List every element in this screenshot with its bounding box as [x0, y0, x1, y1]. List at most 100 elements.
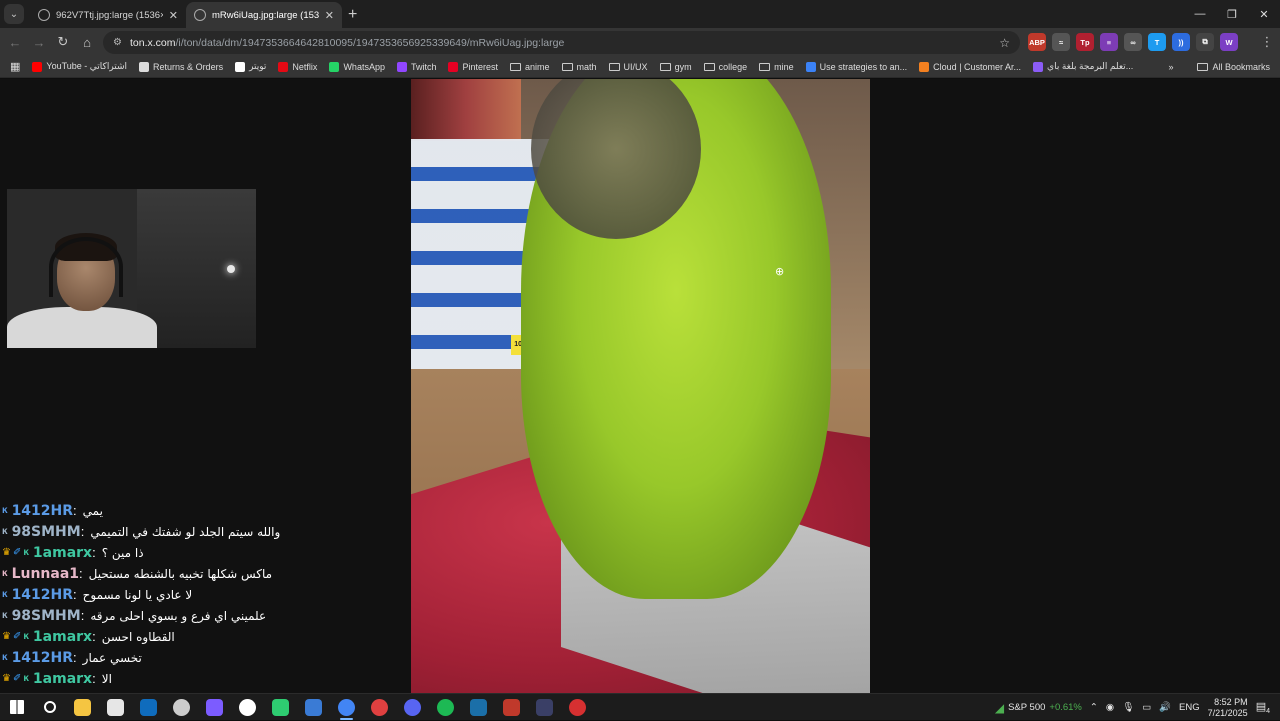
notification-icon[interactable]: ▤4 — [1256, 700, 1270, 715]
puzzle-icon[interactable]: ⧉ — [1196, 33, 1214, 51]
tab-1[interactable]: 962V7Ttj.jpg:large (1536×2048) ✕ — [30, 2, 186, 28]
network-icon[interactable]: ▭ — [1142, 702, 1151, 713]
bookmark-item[interactable]: Twitch — [396, 61, 437, 72]
more-bookmarks-button[interactable]: » — [1168, 62, 1173, 72]
bookmark-item[interactable]: math — [561, 62, 597, 72]
bookmark-item[interactable]: mine — [759, 62, 794, 72]
bookmark-item[interactable]: Cloud | Customer Ar... — [919, 61, 1021, 72]
tab-search-button[interactable]: ⌄ — [4, 4, 24, 24]
site-info-icon[interactable]: ⚙ — [113, 37, 122, 48]
reload-button[interactable]: ↻ — [51, 34, 75, 50]
bookmark-item[interactable]: Pinterest — [448, 61, 498, 72]
bookmark-label: YouTube - اشتراكاتي — [46, 61, 128, 71]
bookmark-item[interactable]: gym — [659, 62, 692, 72]
clock[interactable]: 8:52 PM 7/21/2025 — [1208, 697, 1248, 719]
app-tool-icon — [305, 698, 322, 716]
folder-icon — [608, 62, 620, 71]
bookmark-item[interactable]: college — [703, 62, 747, 72]
chat-username[interactable]: 1amarx — [33, 545, 92, 561]
home-button[interactable]: ⌂ — [75, 35, 99, 50]
minimize-button[interactable]: — — [1184, 0, 1216, 28]
spotify-taskbar-button[interactable] — [429, 694, 462, 721]
chat-badges: ♛ ✐ ĸ — [2, 631, 29, 642]
bookmark-item[interactable]: Netflix — [278, 61, 317, 72]
bookmark-item[interactable]: WhatsApp — [329, 61, 385, 72]
chat-text: تخسي عمار — [82, 650, 142, 665]
kick-badge-icon: ĸ — [2, 652, 8, 663]
parrot-image[interactable]: 10.95 — [411, 79, 870, 693]
chat-username[interactable]: 1412HR — [12, 650, 73, 666]
tab-2[interactable]: mRw6iUag.jpg:large (1536×2048) ✕ — [186, 2, 342, 28]
file-explorer-taskbar-button[interactable] — [66, 694, 99, 721]
obs-taskbar-button[interactable] — [165, 694, 198, 721]
close-tab-icon[interactable]: ✕ — [169, 9, 178, 22]
chat-badges: ĸ — [2, 568, 8, 579]
bookmark-item[interactable]: UI/UX — [608, 62, 648, 72]
menu-icon[interactable]: ⋮ — [1255, 34, 1279, 50]
bookmark-item[interactable]: Returns & Orders — [139, 61, 223, 72]
address-bar[interactable]: ⚙ ton.x.com/i/ton/data/dm/19473536646428… — [103, 31, 1020, 54]
app-green-taskbar-button[interactable] — [264, 694, 297, 721]
chat-username[interactable]: 1amarx — [33, 671, 92, 687]
bookmark-label: Twitch — [410, 61, 437, 72]
chat-overlay: ĸ 1412HR: يمي ĸ 98SMHM: والله سيتم الجلد لو ش… — [0, 500, 400, 689]
app-red2-taskbar-button[interactable] — [495, 694, 528, 721]
profile-icon[interactable]: W — [1220, 33, 1238, 51]
restore-button[interactable]: ❐ — [1216, 0, 1248, 28]
chat-badges: ♛ ✐ ĸ — [2, 673, 29, 684]
chat-username[interactable]: 98SMHM — [12, 524, 81, 540]
steam-taskbar-button[interactable] — [462, 694, 495, 721]
system-tray: ◢ S&P 500 +0.61% ⌃ ◉ 🎙 ▭ 🔊 ENG 8:52 PM 7… — [995, 694, 1280, 721]
back-button[interactable]: ← — [3, 35, 27, 50]
chat-separator: : — [73, 650, 77, 665]
app-red3-icon — [569, 698, 586, 716]
microphone-icon[interactable]: 🎙 — [1122, 702, 1134, 713]
app-red3-taskbar-button[interactable] — [561, 694, 594, 721]
tray-app-icon[interactable]: ◉ — [1106, 702, 1114, 713]
bookmark-item[interactable]: anime — [510, 62, 550, 72]
new-tab-button[interactable]: + — [348, 6, 357, 24]
app-dark-taskbar-button[interactable] — [528, 694, 561, 721]
bookmark-star-icon[interactable]: ☆ — [999, 36, 1010, 50]
all-bookmarks-button[interactable]: All Bookmarks — [1197, 62, 1270, 72]
store-taskbar-button[interactable] — [99, 694, 132, 721]
ext-5-icon[interactable]: ∞ — [1124, 33, 1142, 51]
adblock-icon[interactable]: ABP — [1028, 33, 1046, 51]
ext-3-icon[interactable]: Tp — [1076, 33, 1094, 51]
volume-icon[interactable]: 🔊 — [1159, 702, 1171, 713]
crown-badge-icon: ♛ — [2, 631, 11, 642]
app-tool-taskbar-button[interactable] — [297, 694, 330, 721]
spotify-icon — [437, 698, 454, 716]
chat-separator: : — [80, 524, 85, 539]
search-taskbar-button[interactable] — [33, 694, 66, 721]
ext-4-icon[interactable]: ≡ — [1100, 33, 1118, 51]
bookmark-item[interactable]: Use strategies to an... — [805, 61, 907, 72]
outlook-taskbar-button[interactable] — [132, 694, 165, 721]
bookmark-item[interactable]: تعلم البرمجة بلغة باي... — [1033, 61, 1133, 72]
close-tab-icon[interactable]: ✕ — [325, 9, 334, 22]
start-taskbar-button[interactable] — [0, 694, 33, 721]
language-indicator[interactable]: ENG — [1179, 702, 1200, 713]
kick-badge-icon: ĸ — [2, 526, 8, 537]
discord-taskbar-button[interactable] — [396, 694, 429, 721]
chat-username[interactable]: 98SMHM — [12, 608, 81, 624]
url-text[interactable]: ton.x.com/i/ton/data/dm/1947353664642810… — [130, 37, 991, 49]
bookmark-item[interactable]: تويتر — [235, 61, 266, 72]
chrome-taskbar-button[interactable] — [330, 694, 363, 721]
chat-username[interactable]: 1amarx — [33, 629, 92, 645]
app-purple-taskbar-button[interactable] — [198, 694, 231, 721]
apps-grid-icon[interactable]: ▦ — [10, 60, 20, 73]
bookmark-item[interactable]: YouTube - اشتراكاتي — [32, 61, 127, 72]
ext-2-icon[interactable]: ≈ — [1052, 33, 1070, 51]
tray-overflow-icon[interactable]: ⌃ — [1090, 702, 1098, 713]
forward-button[interactable]: → — [27, 35, 51, 50]
github-taskbar-button[interactable] — [231, 694, 264, 721]
chat-username[interactable]: Lunnaa1 — [12, 566, 79, 582]
ext-6-icon[interactable]: T — [1148, 33, 1166, 51]
ext-7-icon[interactable]: )) — [1172, 33, 1190, 51]
stock-widget[interactable]: ◢ S&P 500 +0.61% — [995, 701, 1082, 715]
chat-username[interactable]: 1412HR — [12, 587, 73, 603]
close-window-button[interactable]: ✕ — [1248, 0, 1280, 28]
app-red-taskbar-button[interactable] — [363, 694, 396, 721]
chat-username[interactable]: 1412HR — [12, 503, 73, 519]
